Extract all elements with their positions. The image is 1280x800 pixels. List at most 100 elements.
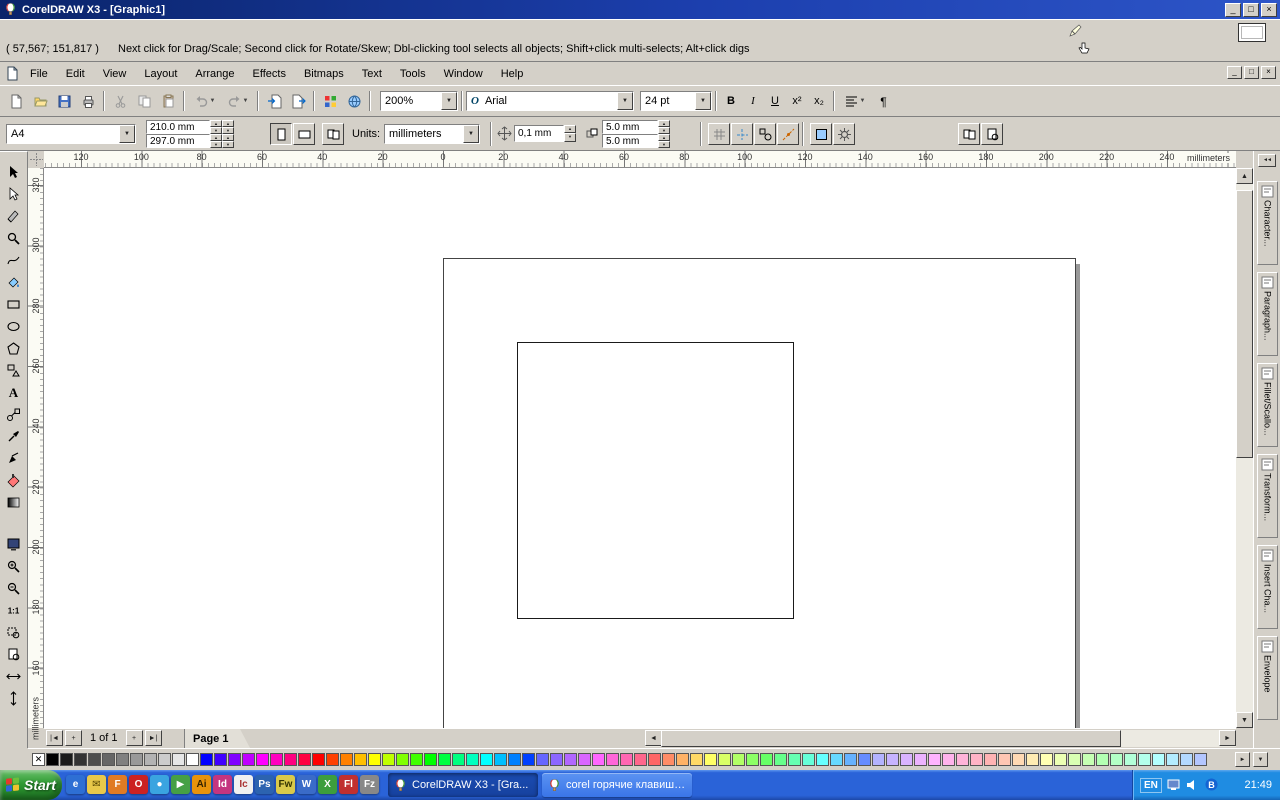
toolbar-import-button[interactable]	[263, 90, 285, 112]
palette-swatch[interactable]	[774, 753, 787, 766]
tool-zoom-actual[interactable]: 1:1	[2, 599, 26, 621]
spin-down-icon[interactable]: ▼	[222, 127, 234, 134]
snap-objects-button[interactable]	[754, 123, 776, 145]
spin-down-icon[interactable]: ▼	[658, 127, 670, 134]
palette-swatch[interactable]	[830, 753, 843, 766]
palette-swatch[interactable]	[1152, 753, 1165, 766]
snap-guidelines-button[interactable]	[731, 123, 753, 145]
docker-tab-2[interactable]: Paragraph...	[1257, 272, 1278, 356]
palette-swatch[interactable]	[606, 753, 619, 766]
docker-tab-4[interactable]: Transform...	[1257, 454, 1278, 538]
font-dropdown-icon[interactable]: ▼	[617, 92, 633, 110]
horizontal-scroll-thumb[interactable]	[661, 730, 1121, 747]
tool-fill[interactable]	[2, 469, 26, 491]
maximize-button[interactable]: □	[1243, 2, 1259, 17]
toolbar-app-launcher-button[interactable]	[319, 90, 341, 112]
tool-shape[interactable]	[2, 183, 26, 205]
palette-swatch[interactable]	[802, 753, 815, 766]
tool-text[interactable]: A	[2, 381, 26, 403]
document-icon[interactable]	[5, 66, 21, 82]
palette-swatch[interactable]	[200, 753, 213, 766]
toolbar-save-button[interactable]	[53, 90, 75, 112]
palette-swatch[interactable]	[368, 753, 381, 766]
menu-help[interactable]: Help	[492, 64, 533, 84]
palette-swatch[interactable]	[158, 753, 171, 766]
palette-swatch[interactable]	[172, 753, 185, 766]
menu-file[interactable]: File	[21, 64, 57, 84]
horizontal-scrollbar[interactable]: ◄ ►	[645, 730, 1236, 747]
quicklaunch-media-player[interactable]: ▶	[171, 775, 190, 794]
tool-interactive-blend[interactable]	[2, 403, 26, 425]
view-manager-button[interactable]	[981, 123, 1003, 145]
dropdown-arrow-icon[interactable]: ▼	[243, 98, 249, 104]
treat-as-filled-button[interactable]	[810, 123, 832, 145]
close-button[interactable]: ×	[1261, 2, 1277, 17]
palette-swatch[interactable]	[914, 753, 927, 766]
palette-swatch[interactable]	[242, 753, 255, 766]
spin-up-icon[interactable]: ▲	[210, 134, 222, 141]
spin-up-icon[interactable]: ▲	[222, 120, 234, 127]
all-pages-button[interactable]	[322, 123, 344, 145]
palette-swatch[interactable]	[858, 753, 871, 766]
font-family-combo[interactable]: O Arial ▼	[466, 91, 634, 111]
toolbar-cut-button[interactable]	[109, 90, 131, 112]
palette-swatch[interactable]	[1012, 753, 1025, 766]
palette-swatch[interactable]	[1026, 753, 1039, 766]
quicklaunch-indesign[interactable]: Id	[213, 775, 232, 794]
underline-button[interactable]: U	[765, 91, 785, 111]
quicklaunch-fireworks[interactable]: Fw	[276, 775, 295, 794]
palette-swatch[interactable]	[662, 753, 675, 766]
rectangle-object[interactable]	[517, 342, 794, 619]
bluetooth-tray-icon[interactable]: B	[1204, 777, 1220, 793]
toolbar-corel-online-button[interactable]	[343, 90, 365, 112]
tool-outline-pen[interactable]	[2, 447, 26, 469]
font-size-combo[interactable]: 24 pt ▼	[640, 91, 712, 111]
drawing-canvas[interactable]	[44, 168, 1236, 728]
palette-swatch[interactable]	[256, 753, 269, 766]
palette-swatch[interactable]	[270, 753, 283, 766]
menu-window[interactable]: Window	[435, 64, 492, 84]
palette-swatch[interactable]	[494, 753, 507, 766]
landscape-button[interactable]	[293, 123, 315, 145]
zoom-dropdown-icon[interactable]: ▼	[441, 92, 457, 110]
quicklaunch-excel[interactable]: X	[318, 775, 337, 794]
tool-crop[interactable]	[2, 205, 26, 227]
quicklaunch-filezilla[interactable]: Fz	[360, 775, 379, 794]
toolbar-redo-button[interactable]: ▼	[222, 90, 253, 112]
minimize-button[interactable]: _	[1225, 2, 1241, 17]
nudge-value[interactable]: 0,1 mm	[514, 124, 564, 142]
tool-rectangle[interactable]	[2, 293, 26, 315]
quicklaunch-word[interactable]: W	[297, 775, 316, 794]
palette-swatch[interactable]	[354, 753, 367, 766]
palette-swatch[interactable]	[718, 753, 731, 766]
menu-tools[interactable]: Tools	[391, 64, 435, 84]
spin-up-icon[interactable]: ▲	[564, 124, 576, 133]
paper-type-combo[interactable]: A4 ▼	[6, 124, 136, 144]
palette-swatch[interactable]	[186, 753, 199, 766]
zoom-level-combo[interactable]: 200% ▼	[380, 91, 458, 111]
tool-zoom-page[interactable]	[2, 643, 26, 665]
tool-interactive-fill[interactable]	[2, 491, 26, 513]
tool-zoom[interactable]	[2, 227, 26, 249]
toolbar-print-button[interactable]	[77, 90, 99, 112]
palette-swatch[interactable]	[1138, 753, 1151, 766]
palette-swatch[interactable]	[886, 753, 899, 766]
spin-up-icon[interactable]: ▲	[222, 134, 234, 141]
duplicate-x-spinner[interactable]: 5.0 mm ▲ ▼	[602, 120, 670, 134]
palette-swatch[interactable]	[788, 753, 801, 766]
palette-swatch[interactable]	[228, 753, 241, 766]
scroll-down-button[interactable]: ▼	[1236, 712, 1253, 728]
scroll-left-button[interactable]: ◄	[645, 730, 662, 746]
palette-swatch[interactable]	[340, 753, 353, 766]
palette-swatch[interactable]	[690, 753, 703, 766]
formatting-marks-button[interactable]: ¶	[872, 90, 894, 112]
palette-swatch[interactable]	[424, 753, 437, 766]
monitor-tray-icon[interactable]	[1166, 777, 1182, 793]
units-dropdown-icon[interactable]: ▼	[463, 125, 479, 143]
last-page-button[interactable]: ►|	[144, 730, 162, 746]
tool-full-screen[interactable]	[2, 533, 26, 555]
palette-swatch[interactable]	[956, 753, 969, 766]
quicklaunch-incopy[interactable]: Ic	[234, 775, 253, 794]
quicklaunch-mail[interactable]: ✉	[87, 775, 106, 794]
tool-zoom-in[interactable]	[2, 555, 26, 577]
